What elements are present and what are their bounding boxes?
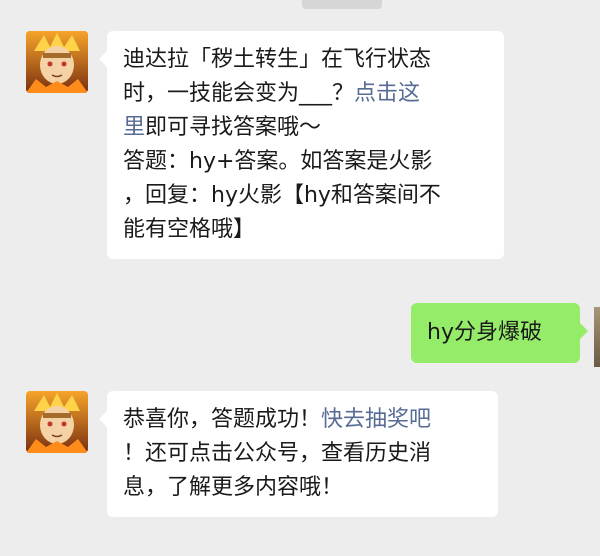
message-text: 答题：hy+答案。如答案是火影 xyxy=(123,149,433,174)
user-avatar-icon[interactable] xyxy=(594,307,600,367)
incoming-message-bubble: 恭喜你，答题成功！快去抽奖吧 ！还可点击公众号，查看历史消 息，了解更多内容哦！ xyxy=(99,391,498,517)
message-text: hy分身爆破 xyxy=(427,320,542,345)
outgoing-message-bubble: hy分身爆破 xyxy=(411,303,588,363)
previous-message-stub xyxy=(302,0,382,9)
message-line: 恭喜你，答题成功！快去抽奖吧 xyxy=(123,403,482,437)
message-line: 时，一技能会变为___？点击这 xyxy=(123,77,488,111)
sender-avatar-icon[interactable] xyxy=(26,31,88,93)
message-text: 恭喜你，答题成功！ xyxy=(123,407,322,432)
lottery-link[interactable]: 快去抽奖吧 xyxy=(321,407,431,432)
message-text: ！还可点击公众号，查看历史消 xyxy=(123,441,432,466)
message-text: 息，了解更多内容哦！ xyxy=(123,475,344,500)
message-line: ，回复：hy火影【hy和答案间不 xyxy=(123,179,488,213)
message-text: 时，一技能会变为___？ xyxy=(123,81,355,106)
message-line: 迪达拉「秽土转生」在飞行状态 xyxy=(123,43,488,77)
message-line: 息，了解更多内容哦！ xyxy=(123,471,482,505)
message-text: ，回复：hy火影【hy和答案间不 xyxy=(123,183,441,208)
sender-avatar-icon[interactable] xyxy=(26,391,88,453)
message-line: ！还可点击公众号，查看历史消 xyxy=(123,437,482,471)
message-line: 答题：hy+答案。如答案是火影 xyxy=(123,145,488,179)
message-text: 能有空格哦】 xyxy=(123,217,256,242)
incoming-message-bubble: 迪达拉「秽土转生」在飞行状态 时，一技能会变为___？点击这 里即可寻找答案哦～… xyxy=(99,31,504,259)
message-text: 即可寻找答案哦～ xyxy=(145,115,322,140)
message-line: 能有空格哦】 xyxy=(123,213,488,247)
message-text: 迪达拉「秽土转生」在飞行状态 xyxy=(123,47,432,72)
find-answer-link[interactable]: 点击这 xyxy=(354,81,420,106)
message-line: 里即可寻找答案哦～ xyxy=(123,111,488,145)
find-answer-link[interactable]: 里 xyxy=(123,115,145,140)
